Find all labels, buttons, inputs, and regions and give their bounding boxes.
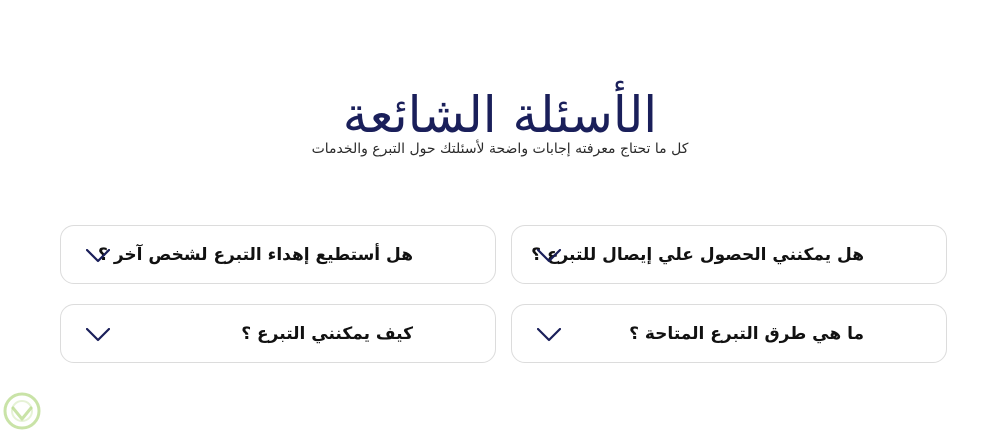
faq-item-how[interactable]: كيف يمكنني التبرع ؟	[60, 304, 496, 363]
chevron-down-icon[interactable]	[536, 305, 562, 364]
faq-item-methods[interactable]: ما هي طرق التبرع المتاحة ؟	[511, 304, 947, 363]
logo-badge	[0, 389, 44, 433]
faq-question: هل يمكنني الحصول علي إيصال للتبرع ؟	[531, 245, 864, 265]
faq-item-receipt[interactable]: هل يمكنني الحصول علي إيصال للتبرع ؟	[511, 225, 947, 284]
faq-question: كيف يمكنني التبرع ؟	[241, 324, 413, 344]
chevron-down-icon[interactable]	[85, 226, 111, 285]
page-subtitle: كل ما تحتاج معرفته إجابات واضحة لأسئلتك …	[311, 141, 689, 157]
chevron-down-icon[interactable]	[85, 305, 111, 364]
faq-question: ما هي طرق التبرع المتاحة ؟	[629, 324, 864, 344]
chevron-down-icon[interactable]	[536, 226, 562, 285]
faq-item-gift[interactable]: هل أستطيع إهداء التبرع لشخص آخر ؟	[60, 225, 496, 284]
faq-question: هل أستطيع إهداء التبرع لشخص آخر ؟	[98, 245, 413, 265]
